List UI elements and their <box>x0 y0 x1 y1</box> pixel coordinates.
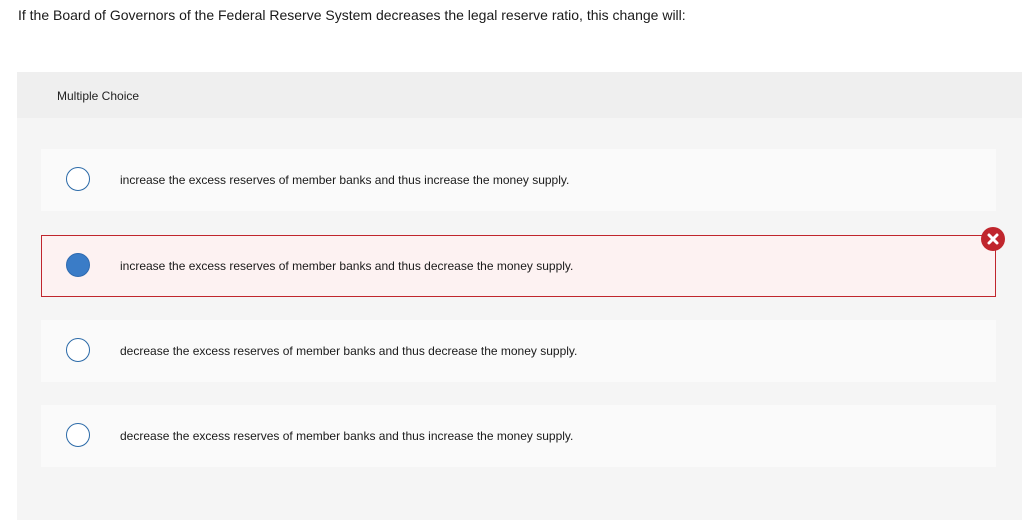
answer-option-1-label: increase the excess reserves of member b… <box>120 173 570 187</box>
question-text: If the Board of Governors of the Federal… <box>18 7 686 23</box>
incorrect-x-icon <box>981 227 1005 251</box>
answer-option-1[interactable]: increase the excess reserves of member b… <box>41 149 996 211</box>
answer-option-3[interactable]: decrease the excess reserves of member b… <box>41 320 996 382</box>
radio-button-1[interactable] <box>66 167 90 191</box>
panel-title: Multiple Choice <box>57 89 140 103</box>
answer-option-2-label: increase the excess reserves of member b… <box>120 259 574 273</box>
multiple-choice-panel: Multiple Choice increase the excess rese… <box>17 72 1022 520</box>
radio-button-3[interactable] <box>66 338 90 362</box>
answer-option-2[interactable]: increase the excess reserves of member b… <box>41 235 996 297</box>
answer-option-4[interactable]: decrease the excess reserves of member b… <box>41 405 996 467</box>
answer-option-3-label: decrease the excess reserves of member b… <box>120 344 578 358</box>
answer-option-4-label: decrease the excess reserves of member b… <box>120 429 574 443</box>
radio-button-2[interactable] <box>66 253 90 277</box>
radio-button-4[interactable] <box>66 423 90 447</box>
panel-header: Multiple Choice <box>17 72 1022 118</box>
